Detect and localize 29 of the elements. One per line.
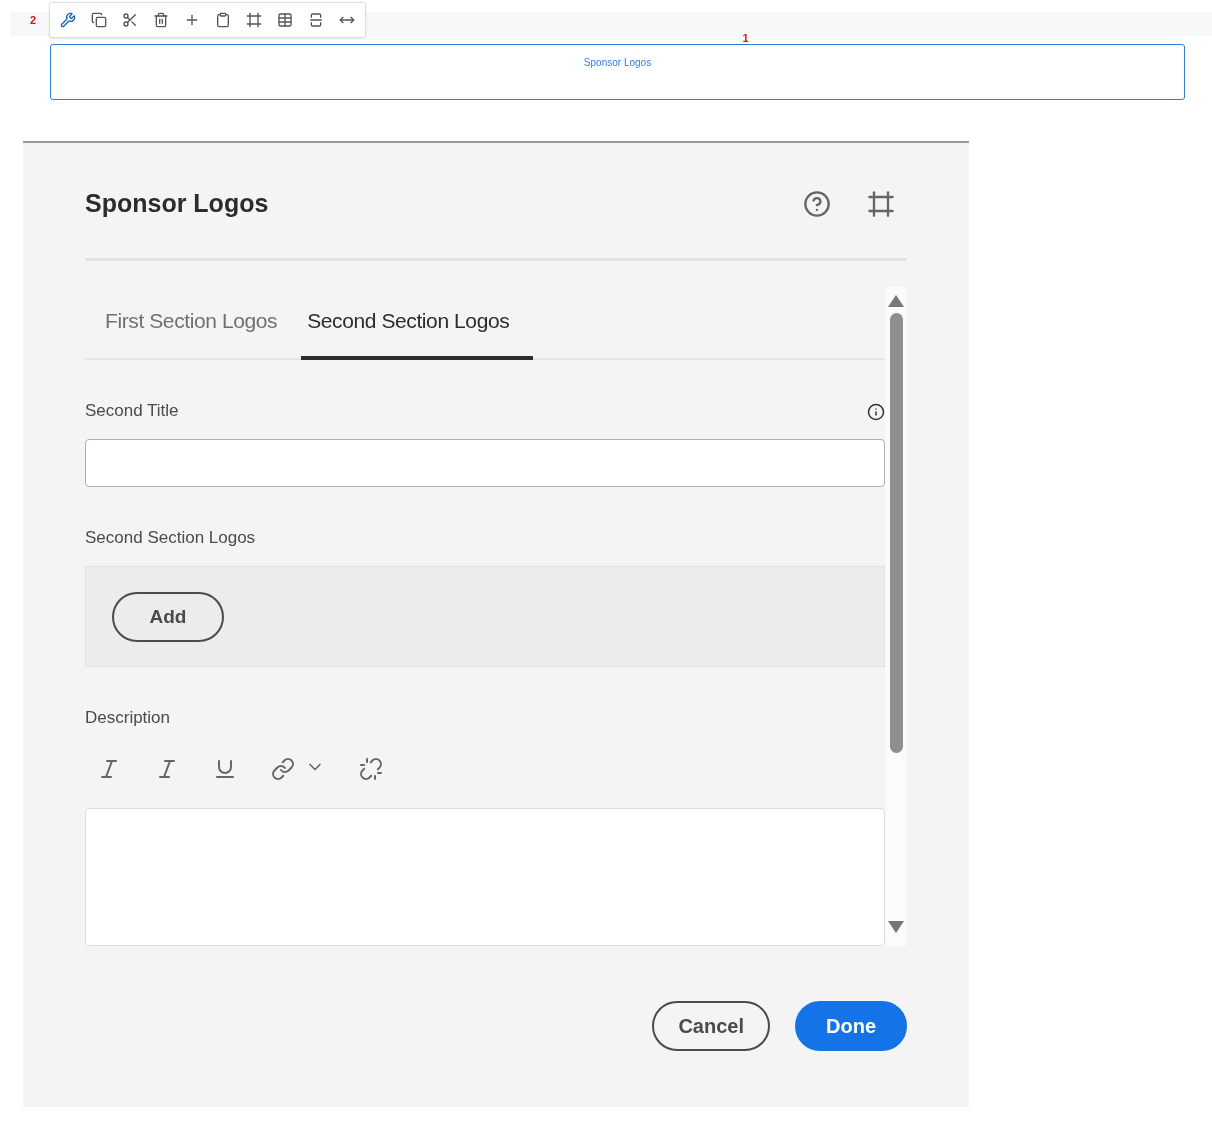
info-icon[interactable] (867, 402, 885, 421)
tab[interactable]: First Section Logos (85, 287, 302, 360)
unlink-icon[interactable] (359, 757, 383, 782)
toolbar-number: 2 (30, 14, 37, 26)
add-button[interactable]: Add (112, 591, 224, 642)
scissors-icon[interactable] (122, 12, 139, 28)
field-label: Second Section Logos (85, 528, 256, 549)
clipboard-icon[interactable] (215, 12, 232, 28)
component-frame[interactable]: Sponsor Logos (50, 44, 1185, 100)
cancel-button[interactable]: Cancel (652, 1001, 770, 1051)
done-button[interactable]: Done (795, 1001, 907, 1051)
scrollbar[interactable] (885, 287, 907, 946)
rich-text-field[interactable] (85, 808, 885, 946)
wrench-icon[interactable] (60, 12, 77, 28)
table-icon[interactable] (277, 12, 294, 28)
scroll-up-icon[interactable] (888, 295, 904, 307)
copy-icon[interactable] (91, 12, 108, 28)
field-label: Description (85, 708, 171, 729)
component-label: Sponsor Logos (583, 57, 652, 69)
text-field[interactable] (85, 438, 885, 488)
dialog-title: Sponsor Logos (85, 189, 270, 218)
field-label: Second Title (85, 400, 179, 421)
component-number: 1 (742, 32, 749, 44)
tab[interactable]: Second Section Logos (301, 287, 534, 360)
link-icon[interactable] (271, 757, 295, 782)
delete-icon[interactable] (153, 12, 170, 28)
scroll-down-icon[interactable] (888, 921, 904, 933)
help-icon[interactable] (803, 189, 831, 218)
split-icon[interactable] (308, 12, 325, 28)
